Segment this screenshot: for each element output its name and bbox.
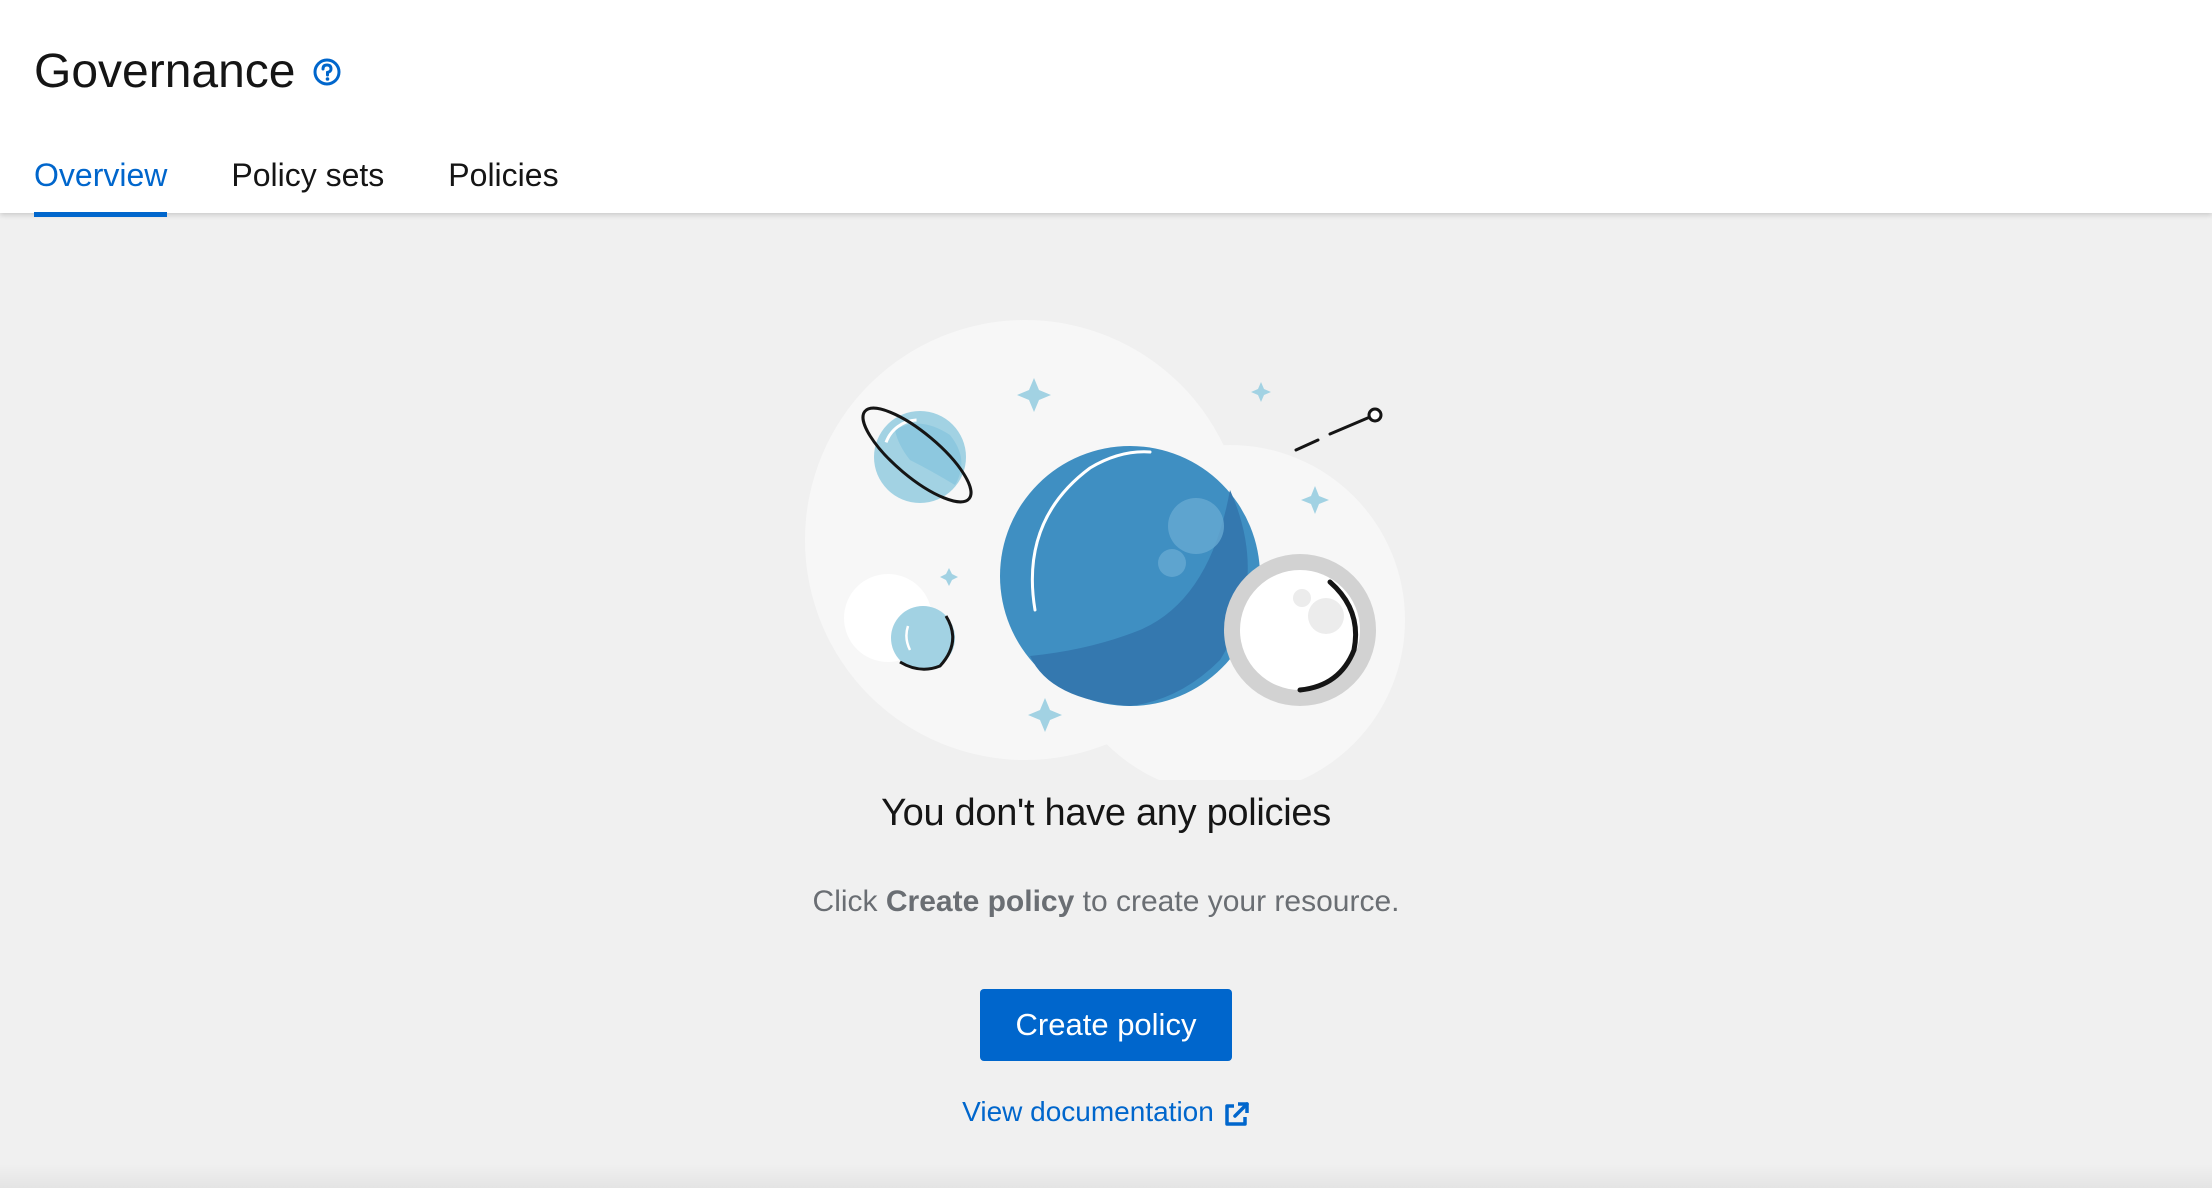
- question-circle-icon[interactable]: [312, 57, 342, 87]
- tab-policy-sets[interactable]: Policy sets: [231, 145, 384, 213]
- empty-state-body-bold: Create policy: [885, 885, 1075, 918]
- tab-policies[interactable]: Policies: [448, 145, 558, 213]
- page-header: Governance Overview Policy sets Policies: [0, 0, 2212, 217]
- view-documentation-link[interactable]: View documentation: [962, 1090, 1250, 1134]
- empty-state-body: Click Create policy to create your resou…: [0, 878, 2212, 926]
- page-title: Governance: [34, 45, 296, 98]
- empty-state-body-prefix: Click: [812, 885, 878, 918]
- empty-state-body-suffix: to create your resource.: [1082, 885, 1400, 918]
- tab-bar: Overview Policy sets Policies: [34, 145, 623, 217]
- tab-overview[interactable]: Overview: [34, 145, 168, 217]
- external-link-icon: [1222, 1098, 1250, 1126]
- view-documentation-label: View documentation: [962, 1096, 1214, 1127]
- create-policy-button[interactable]: Create policy: [980, 989, 1232, 1061]
- planets-space-illustration: [800, 320, 1410, 795]
- view-documentation-container: View documentation: [0, 1090, 2212, 1134]
- bottom-shade: [0, 1164, 2212, 1188]
- empty-state-title: You don't have any policies: [881, 792, 1331, 834]
- title-row: Governance: [34, 40, 342, 104]
